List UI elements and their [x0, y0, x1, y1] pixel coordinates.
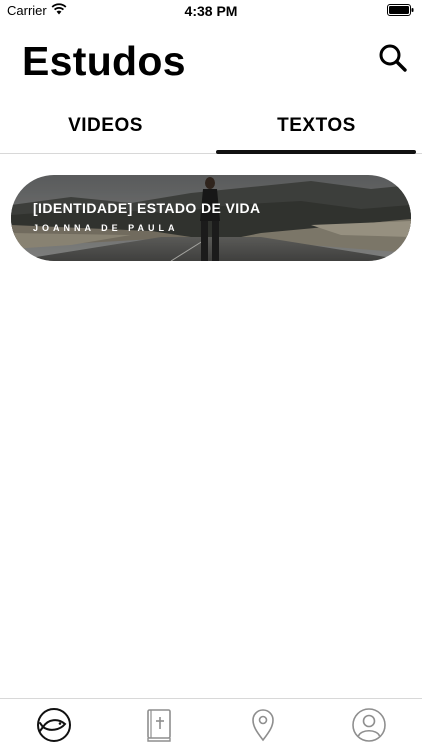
status-bar: Carrier 4:38 PM: [0, 0, 422, 22]
bottom-tab-bar: [0, 698, 422, 750]
fish-icon: [37, 708, 71, 742]
tab-bar-profile[interactable]: [351, 707, 387, 743]
study-cover-image: [11, 175, 411, 261]
study-card[interactable]: [IDENTIDADE] ESTADO DE VIDA JOANNA DE PA…: [11, 175, 411, 261]
tab-selected-indicator: [216, 150, 416, 154]
tab-bar-locations[interactable]: [245, 707, 281, 743]
tab-bar-bible[interactable]: [141, 707, 177, 743]
status-time: 4:38 PM: [184, 3, 238, 19]
battery-icon: [387, 4, 414, 16]
tab-videos[interactable]: VIDEOS: [0, 106, 211, 154]
location-pin-icon: [252, 709, 274, 742]
search-button[interactable]: [378, 43, 408, 73]
segment-tabs: VIDEOS TEXTOS: [0, 106, 422, 154]
study-title: [IDENTIDADE] ESTADO DE VIDA: [33, 200, 261, 216]
search-icon: [379, 44, 407, 72]
profile-icon: [352, 708, 386, 742]
study-author: JOANNA DE PAULA: [33, 223, 179, 233]
tab-bar-home[interactable]: [36, 707, 72, 743]
bible-icon: [147, 709, 171, 742]
page-title: Estudos: [22, 38, 186, 84]
tab-textos[interactable]: TEXTOS: [211, 106, 422, 154]
